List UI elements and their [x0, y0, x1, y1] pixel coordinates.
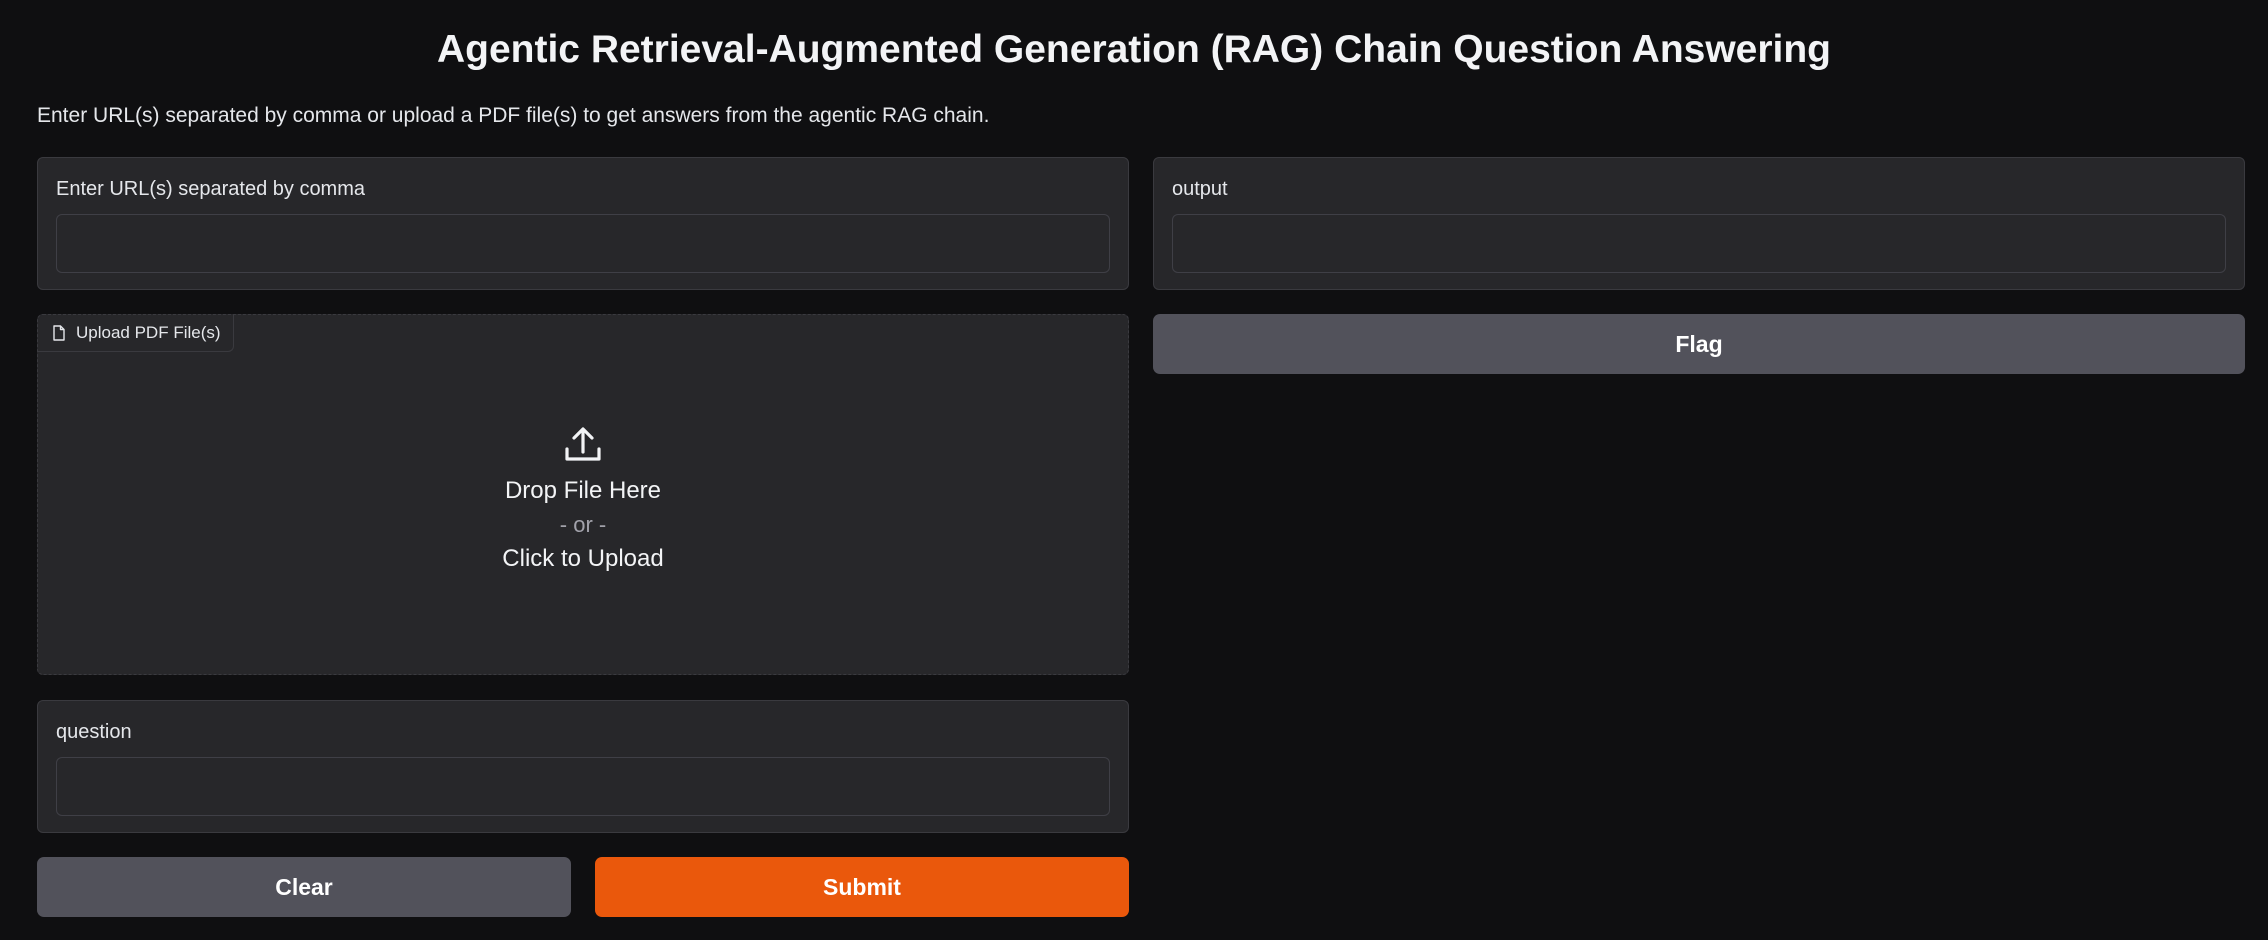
output-label: output: [1172, 178, 1228, 200]
drop-file-text: Drop File Here: [504, 477, 662, 504]
pdf-upload-dropzone[interactable]: Upload PDF File(s) Drop File Here - or -…: [37, 314, 1129, 675]
click-to-upload-text: Click to Upload: [502, 545, 664, 572]
upload-prompt[interactable]: Drop File Here - or - Click to Upload: [38, 425, 1128, 576]
url-input[interactable]: [56, 214, 1110, 273]
or-separator: - or -: [559, 512, 607, 537]
upload-label: Upload PDF File(s): [76, 323, 221, 342]
submit-button[interactable]: Submit: [595, 857, 1129, 917]
clear-button[interactable]: Clear: [37, 857, 571, 917]
output-panel: output: [1153, 157, 2245, 290]
flag-button[interactable]: Flag: [1153, 314, 2245, 374]
output-field[interactable]: [1172, 214, 2226, 273]
url-input-panel: Enter URL(s) separated by comma: [37, 157, 1129, 290]
question-panel: question: [37, 700, 1129, 833]
question-input[interactable]: [56, 757, 1110, 816]
question-label: question: [56, 721, 132, 743]
url-input-label: Enter URL(s) separated by comma: [56, 178, 366, 200]
upload-icon: [563, 425, 603, 465]
page-title: Agentic Retrieval-Augmented Generation (…: [436, 28, 1832, 71]
page-description: Enter URL(s) separated by comma or uploa…: [37, 104, 990, 127]
upload-label-tag: Upload PDF File(s): [38, 315, 234, 352]
file-icon: [52, 325, 66, 341]
